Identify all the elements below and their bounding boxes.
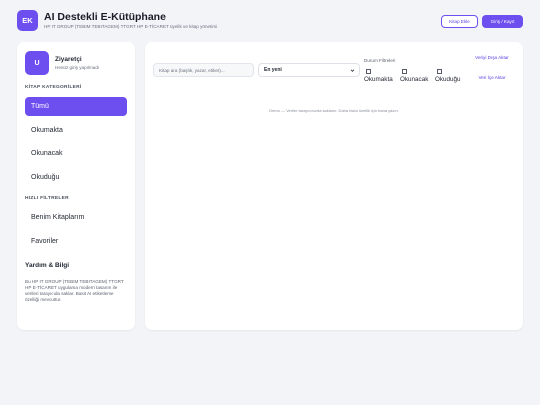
filter-read-label: Okuduğu — [435, 76, 461, 83]
search-input[interactable] — [153, 63, 254, 77]
sidebar-item-all[interactable]: Tümü — [25, 97, 127, 116]
sidebar-item-to-read[interactable]: Okunacak — [25, 144, 127, 163]
filter-to-read-label: Okunacak — [400, 76, 429, 83]
app-logo: EK — [17, 10, 38, 31]
status-filters-heading: Durum Filtreleri — [364, 58, 396, 63]
sort-select-value: En yeni — [264, 67, 282, 73]
main-panel: En yeni Durum Filtreleri Okumakta Okunac… — [145, 42, 523, 330]
user-name: Ziyaretçi — [55, 56, 82, 63]
login-register-button[interactable]: Giriş / Kayıt — [482, 15, 523, 28]
chevron-down-icon — [350, 68, 355, 72]
filter-reading-label: Okumakta — [364, 76, 393, 83]
filter-reading-checkbox[interactable] — [366, 69, 371, 74]
add-book-button[interactable]: Kitap Ekle — [441, 15, 478, 28]
export-data-button[interactable]: Veriyi Dışa Aktar — [475, 55, 509, 61]
filter-to-read-checkbox[interactable] — [402, 69, 407, 74]
filter-reading[interactable]: Okumakta — [364, 69, 393, 83]
filter-read-checkbox[interactable] — [437, 69, 442, 74]
sidebar: U Ziyaretçi Henüz giriş yapılmadı KİTAP … — [17, 42, 135, 330]
import-data-button[interactable]: Veri İçe Aktar — [475, 75, 509, 81]
user-status: Henüz giriş yapılmadı — [55, 65, 100, 70]
help-heading: Yardım & Bilgi — [25, 262, 70, 269]
sidebar-item-my-books[interactable]: Benim Kitaplarım — [25, 208, 127, 227]
filter-read[interactable]: Okuduğu — [435, 69, 461, 83]
sidebar-item-read[interactable]: Okuduğu — [25, 168, 127, 187]
sidebar-item-reading[interactable]: Okumakta — [25, 121, 127, 140]
help-text: Bu HP IT GROUP (TEBIM TEBITAGEM) TTGRT H… — [25, 279, 124, 302]
categories-heading: KİTAP KATEGORİLERİ — [25, 85, 82, 90]
sidebar-item-favorites[interactable]: Favoriler — [25, 232, 127, 251]
avatar: U — [25, 51, 49, 75]
page-title: AI Destekli E-Kütüphane — [44, 11, 166, 23]
filter-to-read[interactable]: Okunacak — [400, 69, 428, 83]
page-subtitle: HP IT GROUP (TEBIM TEBITAGEM) TTGRT HP E… — [44, 24, 218, 29]
sort-select[interactable]: En yeni — [258, 63, 360, 77]
demo-note: Demo — Veriler tarayıcınızda saklanır. D… — [269, 108, 399, 113]
quick-filters-heading: HIZLI FİLTRELER — [25, 196, 69, 201]
